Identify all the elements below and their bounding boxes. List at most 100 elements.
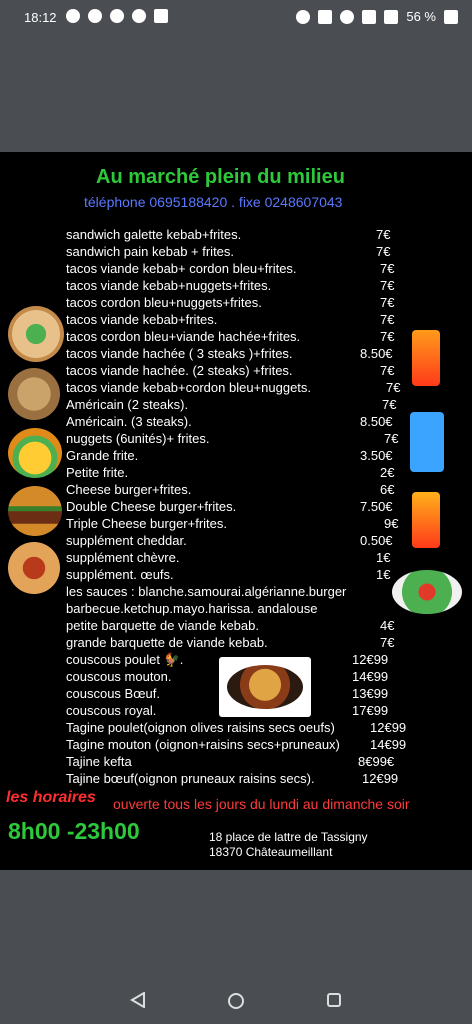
signal-icon [384, 9, 399, 24]
menu-item-name: tacos viande hachée. (2 steaks) +frites. [66, 363, 293, 378]
menu-item-name: Cheese burger+frites. [66, 482, 192, 497]
app-icon [154, 9, 168, 23]
address-street: 18 place de lattre de Tassigny [209, 830, 368, 844]
menu-item-name: les sauces : blanche.samourai.algérianne… [66, 584, 347, 599]
menu-item-name: tacos cordon bleu+nuggets+frites. [66, 295, 262, 310]
menu-item-price: 7€ [380, 278, 395, 293]
menu-item: couscous poulet 🐓. 12€99 [66, 652, 388, 668]
menu-item-price: 3.50€ [360, 448, 393, 463]
salad-icon [392, 570, 462, 614]
menu-image: Au marché plein du milieu téléphone 0695… [0, 152, 472, 870]
hours-label: les horaires [6, 789, 96, 806]
menu-item-price: 7€ [380, 329, 395, 344]
menu-item-name: petite barquette de viande kebab. [66, 618, 259, 633]
menu-item: Tagine mouton (oignon+raisins secs+prune… [66, 737, 406, 752]
battery-percent: 56 % [406, 9, 436, 24]
menu-item-price: 12€99 [362, 771, 399, 786]
status-time: 18:12 [24, 10, 57, 25]
menu-item: nuggets (6unités)+ frites. 7€ [66, 431, 398, 446]
menu-item-name: sandwich galette kebab+frites. [66, 227, 242, 242]
menu-item-price: 12€99 [370, 720, 407, 735]
menu-item-name: tacos viande kebab+ cordon bleu+frites. [66, 261, 297, 276]
menu-item-price: 2€ [380, 465, 395, 480]
recents-icon[interactable] [326, 992, 342, 1008]
menu-item-name: Triple Cheese burger+frites. [66, 516, 228, 531]
drink-cup-icon [410, 412, 444, 472]
menu-item-name: tacos viande kebab+nuggets+frites. [66, 278, 272, 293]
menu-item: Tagine poulet(oignon olives raisins secs… [66, 720, 406, 735]
menu-item: les sauces : blanche.samourai.algérianne… [66, 584, 346, 599]
menu-item: Petite frite. 2€ [66, 465, 394, 480]
menu-item-name: couscous poulet 🐓. [66, 652, 184, 667]
menu-item-price: 7€ [384, 431, 399, 446]
address: 18 place de lattre de Tassigny 18370 Châ… [209, 830, 368, 860]
menu-item: tacos viande kebab+cordon bleu+nuggets. 7… [66, 380, 400, 395]
menu-item-price: 0.50€ [360, 533, 393, 548]
menu-item-name: Petite frite. [66, 465, 129, 480]
couscous-photo [219, 657, 311, 717]
menu-item: grande barquette de viande kebab. 7€ [66, 635, 394, 650]
menu-item-name: nuggets (6unités)+ frites. [66, 431, 210, 446]
menu-item: Américain (2 steaks). 7€ [66, 397, 396, 412]
back-icon[interactable] [130, 992, 146, 1008]
menu-item: Américain. (3 steaks). 8.50€ [66, 414, 393, 429]
menu-item-price: 4€ [380, 618, 395, 633]
menu-item-price: 7€ [380, 635, 395, 650]
menu-item-name: supplément cheddar. [66, 533, 187, 548]
menu-item-price: 7€ [380, 295, 395, 310]
menu-item-name: Américain (2 steaks). [66, 397, 189, 412]
hotdog-icon [8, 542, 60, 594]
menu-item-name: Tagine mouton (oignon+raisins secs+prune… [66, 737, 340, 752]
burrito-icon [8, 368, 60, 420]
burger-icon [8, 486, 62, 536]
menu-item-price: 14€99 [370, 737, 407, 752]
menu-item-name: Tagine poulet(oignon olives raisins secs… [66, 720, 335, 735]
data-saver-icon [296, 9, 311, 24]
system-icons: 56 % [296, 9, 458, 24]
menu-item: tacos viande hachée. (2 steaks) +frites.… [66, 363, 394, 378]
menu-item-price: 8.50€ [360, 414, 393, 429]
signal-icon [362, 9, 377, 24]
menu-item: Cheese burger+frites. 6€ [66, 482, 394, 497]
kebab-icon [8, 306, 64, 362]
cocktail-icon [412, 330, 440, 386]
phone-numbers: téléphone 0695188420 . fixe 0248607043 [84, 194, 343, 210]
menu-item: tacos cordon bleu+nuggets+frites. 7€ [66, 295, 394, 310]
opening-days: ouverte tous les jours du lundi au diman… [113, 796, 410, 812]
menu-item: couscous royal. 17€99 [66, 703, 388, 718]
menu-item-price: 7€ [380, 363, 395, 378]
menu-item-price: 7€ [382, 397, 397, 412]
menu-item-price: 7€ [376, 227, 391, 242]
menu-item: sandwich pain kebab + frites. 7€ [66, 244, 390, 259]
menu-item: tacos viande kebab+nuggets+frites. 7€ [66, 278, 394, 293]
opening-hours: 8h00 -23h00 [8, 818, 140, 844]
menu-item-price: 7.50€ [360, 499, 393, 514]
cocktail-icon [412, 492, 440, 548]
menu-item: couscous Bœuf. 13€99 [66, 686, 388, 701]
menu-item-name: supplément chèvre. [66, 550, 180, 565]
home-icon[interactable] [227, 992, 245, 1010]
menu-item: Triple Cheese burger+frites. 9€ [66, 516, 398, 531]
notification-icons [66, 9, 168, 23]
address-city: 18370 Châteaumeillant [209, 845, 333, 859]
menu-item: Tajine kefta 8€99€ [66, 754, 394, 769]
chrome-icon [88, 9, 102, 23]
menu-item-price: 9€ [384, 516, 399, 531]
menu-item-name: Américain. (3 steaks). [66, 414, 192, 429]
menu-item-name: tacos viande hachée ( 3 steaks )+frites. [66, 346, 293, 361]
menu-item-name: grande barquette de viande kebab. [66, 635, 268, 650]
menu-item: couscous mouton. 14€99 [66, 669, 388, 684]
menu-item: tacos viande hachée ( 3 steaks )+frites.… [66, 346, 393, 361]
menu-item: sandwich galette kebab+frites. 7€ [66, 227, 390, 242]
menu-item-price: 1€ [376, 550, 391, 565]
chrome-icon [110, 9, 124, 23]
chrome-icon [132, 9, 146, 23]
taco-icon [8, 428, 62, 478]
menu-item-price: 8€99€ [358, 754, 395, 769]
telegram-icon [66, 9, 80, 23]
menu-item-price: 12€99 [352, 652, 389, 667]
menu-item-name: couscous royal. [66, 703, 157, 718]
menu-item-price: 17€99 [352, 703, 389, 718]
menu-item-price: 7€ [386, 380, 401, 395]
menu-item-price: 7€ [380, 312, 395, 327]
